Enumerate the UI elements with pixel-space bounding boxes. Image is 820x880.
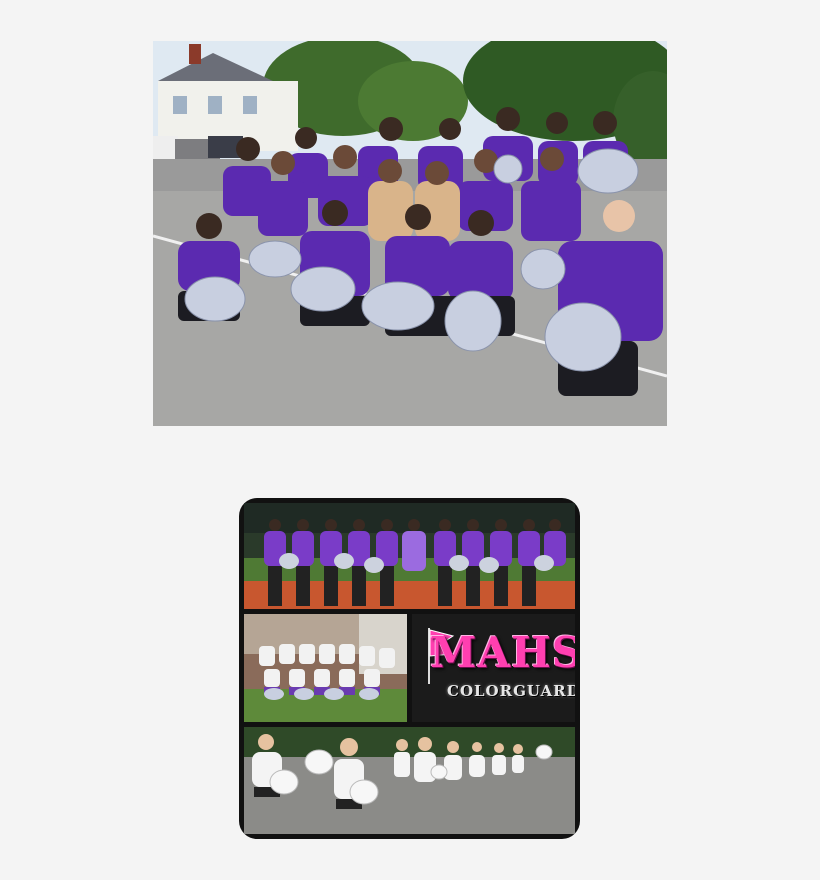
- logo-sub-text: COLORGUARD: [447, 682, 575, 700]
- collage-street-photo: [244, 727, 575, 834]
- photo-collage: MAHS COLORGUARD: [239, 498, 580, 839]
- group-photo-illustration: [153, 41, 667, 426]
- colorguard-logo: MAHS COLORGUARD: [412, 614, 575, 722]
- collage-field-photo: [244, 503, 575, 609]
- logo-main-text: MAHS: [430, 628, 575, 677]
- collage-group-photo: [244, 614, 407, 722]
- colorguard-logo-tile: MAHS COLORGUARD: [412, 614, 575, 722]
- group-photo: [153, 41, 667, 426]
